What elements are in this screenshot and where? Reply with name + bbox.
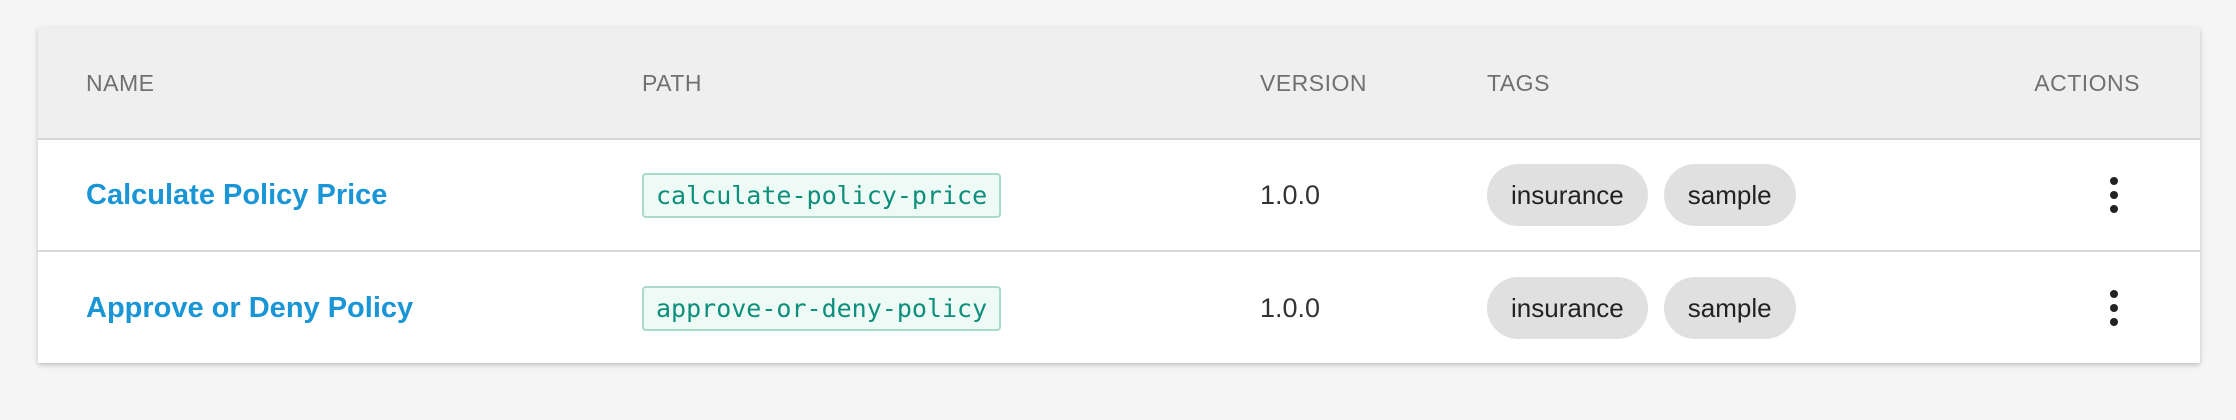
more-vertical-icon — [2110, 177, 2118, 213]
column-header-actions: ACTIONS — [2034, 69, 2140, 96]
tag-chip[interactable]: sample — [1663, 277, 1796, 339]
decision-path: approve-or-deny-policy — [642, 285, 1002, 331]
more-vertical-icon — [2110, 290, 2118, 326]
table-row: Approve or Deny Policy approve-or-deny-p… — [38, 252, 2200, 363]
row-actions-button[interactable] — [2088, 169, 2140, 221]
tag-chip[interactable]: insurance — [1487, 277, 1648, 339]
row-actions-button[interactable] — [2088, 282, 2140, 334]
tag-chip[interactable]: sample — [1663, 164, 1796, 226]
decision-name-link[interactable]: Calculate Policy Price — [86, 179, 387, 212]
decision-version: 1.0.0 — [1260, 179, 1321, 210]
column-header-name: NAME — [86, 69, 155, 96]
decision-name-link[interactable]: Approve or Deny Policy — [86, 292, 413, 325]
table-header: NAME PATH VERSION TAGS ACTIONS — [38, 28, 2200, 140]
decision-path: calculate-policy-price — [642, 172, 1002, 218]
decisions-table: NAME PATH VERSION TAGS ACTIONS Calculate… — [38, 28, 2200, 363]
column-header-version: VERSION — [1260, 69, 1368, 96]
decision-version: 1.0.0 — [1260, 292, 1321, 323]
column-header-path: PATH — [642, 69, 702, 96]
tag-chip[interactable]: insurance — [1487, 164, 1648, 226]
table-row: Calculate Policy Price calculate-policy-… — [38, 140, 2200, 252]
column-header-tags: TAGS — [1487, 69, 1550, 96]
